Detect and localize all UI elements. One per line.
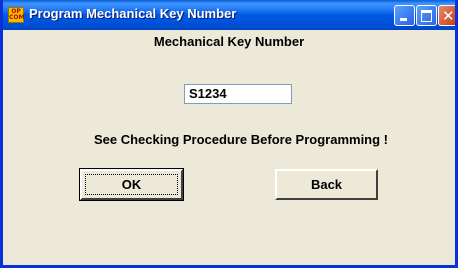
close-button[interactable]: ✕: [438, 5, 455, 26]
checking-procedure-notice: See Checking Procedure Before Programmin…: [93, 132, 389, 147]
back-button[interactable]: Back: [275, 169, 378, 200]
window-title: Program Mechanical Key Number: [29, 6, 237, 21]
dialog-body: [3, 30, 455, 265]
app-icon-label-bottom: COM: [9, 14, 25, 21]
app-icon[interactable]: OP COM: [8, 7, 24, 23]
close-icon: ✕: [442, 7, 455, 25]
back-button-label: Back: [310, 177, 343, 192]
key-number-heading: Mechanical Key Number: [153, 34, 305, 49]
ok-button[interactable]: OK: [79, 168, 184, 201]
minimize-button[interactable]: [394, 5, 415, 26]
program-key-window: OP COM Program Mechanical Key Number ✕ M…: [0, 0, 458, 268]
mechanical-key-input[interactable]: S1234: [184, 84, 292, 104]
ok-button-label: OK: [121, 177, 142, 192]
title-bar[interactable]: OP COM Program Mechanical Key Number ✕: [3, 0, 455, 30]
maximize-button[interactable]: [416, 5, 437, 26]
